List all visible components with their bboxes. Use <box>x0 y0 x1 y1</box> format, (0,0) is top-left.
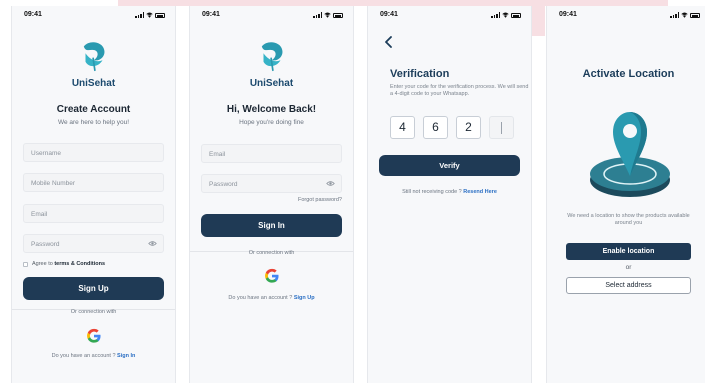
status-time: 09:41 <box>202 11 220 18</box>
otp-digit-1[interactable]: 4 <box>390 116 415 139</box>
chevron-left-icon[interactable] <box>383 36 393 48</box>
status-time: 09:41 <box>559 11 577 18</box>
brand-name: UniSehat <box>71 78 116 89</box>
create-account-screen: 09:41 UniSehat Create Account We are her… <box>11 6 176 383</box>
email-placeholder: Email <box>209 151 226 158</box>
password-field[interactable]: Password <box>201 174 342 193</box>
unisehat-logo-icon <box>261 42 282 72</box>
brand-name: UniSehat <box>249 78 294 89</box>
terms-checkbox[interactable] <box>23 261 28 267</box>
page-description: We need a location to show the products … <box>567 213 690 226</box>
status-time: 09:41 <box>24 11 42 18</box>
otp-input-group: 4 6 2 <box>390 116 514 139</box>
status-bar: 09:41 <box>380 11 521 21</box>
or-connection-label: Or connection with <box>248 250 295 256</box>
enable-location-button[interactable]: Enable location <box>566 243 691 260</box>
agree-text: Agree to terms & Conditions <box>32 261 106 267</box>
sign-up-link[interactable]: Sign Up <box>294 295 315 301</box>
battery-icon <box>155 13 165 18</box>
status-bar: 09:41 <box>559 11 700 21</box>
location-pin-icon <box>590 112 670 197</box>
wifi-icon <box>681 12 688 18</box>
otp-digit-2[interactable]: 6 <box>423 116 448 139</box>
status-bar: 09:41 <box>202 11 343 21</box>
email-field[interactable]: Email <box>201 144 342 163</box>
signal-icon <box>135 12 144 18</box>
battery-icon <box>333 13 343 18</box>
sign-up-button[interactable]: Sign Up <box>23 277 164 300</box>
resend-link[interactable]: Resend Here <box>463 189 497 195</box>
password-field[interactable]: Password <box>23 234 164 253</box>
page-description: Enter your code for the verification pro… <box>390 84 529 97</box>
resend-prompt: Still not receiving code ? Resend Here <box>402 189 497 195</box>
signal-icon <box>491 12 500 18</box>
sign-in-screen: 09:41 UniSehat Hi, Welcome Back! Hope yo… <box>189 6 354 383</box>
activate-location-screen: 09:41 Activate Location We need a locati… <box>546 6 705 383</box>
page-title: Create Account <box>56 104 131 115</box>
verify-button[interactable]: Verify <box>379 155 520 176</box>
forgot-password-link[interactable]: Forgot password? <box>298 197 342 203</box>
page-subtitle: We are here to help you! <box>57 119 130 126</box>
or-connection-label: Or connection with <box>70 309 117 315</box>
mobile-placeholder: Mobile Number <box>31 180 76 187</box>
username-field[interactable]: Username <box>23 143 164 162</box>
eye-icon[interactable] <box>148 240 157 247</box>
google-icon[interactable] <box>86 328 102 344</box>
otp-digit-4[interactable] <box>489 116 514 139</box>
page-title: Activate Location <box>582 68 675 80</box>
signal-icon <box>670 12 679 18</box>
status-bar: 09:41 <box>24 11 165 21</box>
battery-icon <box>690 13 700 18</box>
wifi-icon <box>146 12 153 18</box>
sign-in-button[interactable]: Sign In <box>201 214 342 237</box>
status-time: 09:41 <box>380 11 398 18</box>
verification-screen: 09:41 Verification Enter your code for t… <box>367 6 532 383</box>
username-placeholder: Username <box>31 150 61 157</box>
google-icon[interactable] <box>264 268 280 284</box>
page-title: Hi, Welcome Back! <box>226 104 317 115</box>
wifi-icon <box>502 12 509 18</box>
password-placeholder: Password <box>31 241 60 248</box>
signal-icon <box>313 12 322 18</box>
sign-in-link[interactable]: Sign In <box>117 353 135 359</box>
mobile-number-field[interactable]: Mobile Number <box>23 173 164 192</box>
password-placeholder: Password <box>209 181 238 188</box>
page-title: Verification <box>390 68 450 80</box>
page-subtitle: Hope you're doing fine <box>239 119 304 126</box>
otp-digit-3[interactable]: 2 <box>456 116 481 139</box>
or-label: or <box>625 264 632 271</box>
have-account-prompt: Do you have an account ? Sign In <box>51 353 136 359</box>
terms-agreement: Agree to terms & Conditions <box>23 261 105 267</box>
email-placeholder: Email <box>31 211 48 218</box>
email-field[interactable]: Email <box>23 204 164 223</box>
have-account-prompt: Do you have an account ? Sign Up <box>228 295 315 301</box>
unisehat-logo-icon <box>83 42 104 72</box>
terms-link[interactable]: terms & Conditions <box>54 261 105 267</box>
select-address-button[interactable]: Select address <box>566 277 691 294</box>
wifi-icon <box>324 12 331 18</box>
battery-icon <box>511 13 521 18</box>
eye-icon[interactable] <box>326 180 335 187</box>
